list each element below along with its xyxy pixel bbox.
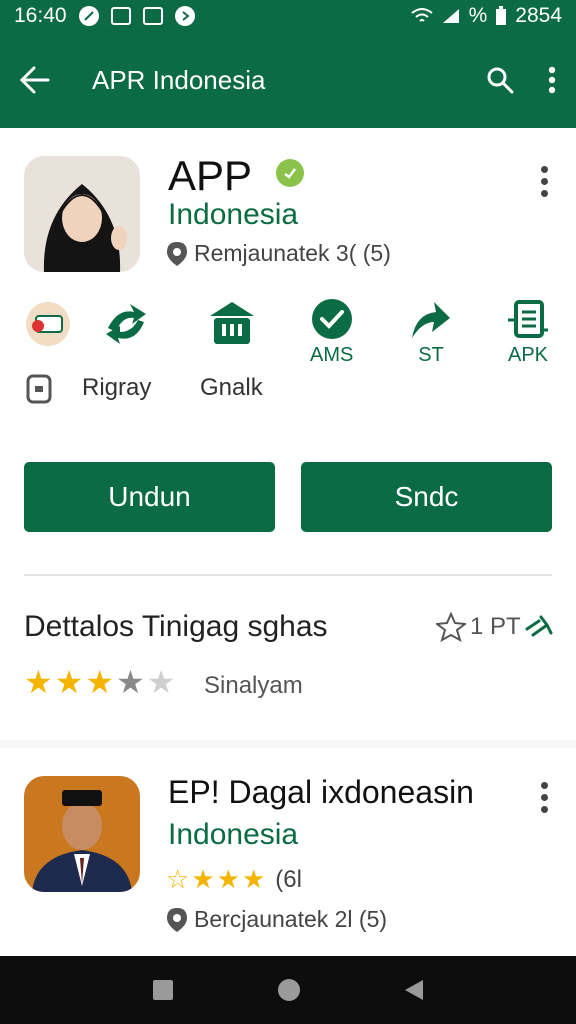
tile-transfer[interactable] — [104, 302, 148, 346]
promo-badge-icon — [26, 302, 70, 346]
app-bar-title: APR Indonesia — [92, 64, 266, 95]
location-pin-icon — [167, 907, 187, 932]
battery-icon — [496, 6, 507, 25]
primary-button[interactable]: Undun — [24, 462, 275, 532]
wifi-icon — [410, 8, 433, 22]
back-arrow-icon[interactable] — [20, 66, 50, 94]
document-stack-icon — [508, 300, 548, 338]
app-notification-icon — [142, 7, 163, 25]
star-filled-icon: ★ — [191, 864, 215, 894]
app2-publisher[interactable]: Indonesia — [168, 818, 298, 852]
star-half-icon: ★ — [116, 664, 145, 700]
app-name: APP — [168, 152, 253, 199]
status-bar: 16:40 % 2854 — [0, 0, 576, 32]
verified-badge-icon — [276, 159, 304, 187]
transfer-arrows-icon — [106, 304, 146, 344]
app2-rating: ☆ ★ ★ ★ (6l — [166, 864, 302, 895]
rating-stars: ★ ★ ★ ★ ★ — [24, 666, 175, 698]
star-filled-icon: ★ — [241, 864, 266, 894]
app2-more-menu-icon[interactable] — [539, 782, 549, 813]
rigray-label[interactable]: Rigray — [82, 374, 151, 402]
star-outline-icon: ☆ — [166, 864, 190, 894]
app2-name: EP! Dagal ixdoneasin — [168, 774, 474, 810]
app-meta-text: Remjaunatek 3( (5) — [194, 240, 391, 266]
tile-apk-label: APK — [507, 344, 549, 366]
star-filled-icon: ★ — [24, 664, 53, 700]
location-pin-icon — [167, 241, 187, 266]
details-title[interactable]: Dettalos Tinigag sghas — [24, 610, 328, 644]
app-more-menu-icon[interactable] — [539, 166, 549, 197]
app-detail-card: APP Indonesia Remjaunatek 3( (5) AMS ST … — [0, 128, 576, 740]
system-nav-bar — [0, 956, 576, 1024]
tile-bank[interactable] — [208, 300, 256, 348]
tile-st-label: ST — [418, 344, 444, 366]
secondary-button[interactable]: Sndc — [301, 462, 552, 532]
back-triangle-icon[interactable] — [403, 978, 425, 1002]
app-list-item[interactable]: EP! Dagal ixdoneasin Indonesia ☆ ★ ★ ★ (… — [0, 748, 576, 956]
star-filled-icon: ★ — [216, 864, 240, 894]
more-vert-icon[interactable] — [548, 66, 556, 94]
star-empty-icon: ★ — [146, 664, 176, 700]
signal-icon — [442, 9, 459, 23]
bank-building-icon — [210, 302, 254, 344]
tile-ams[interactable]: AMS — [310, 298, 353, 367]
tile-st[interactable]: ST — [410, 300, 452, 367]
tile-apk[interactable]: APK — [506, 300, 550, 367]
app-icon[interactable] — [24, 156, 140, 272]
home-circle-icon[interactable] — [276, 977, 302, 1003]
search-icon[interactable] — [486, 66, 514, 94]
tile-promo[interactable] — [24, 300, 72, 348]
image-notification-icon — [110, 7, 131, 25]
gnalk-label[interactable]: Gnalk — [200, 374, 263, 402]
star-outline-icon — [436, 612, 466, 642]
star-filled-icon: ★ — [85, 664, 115, 700]
battery-percent: % — [468, 4, 488, 27]
app2-icon[interactable] — [24, 776, 140, 892]
app2-rating-text: (6l — [275, 865, 302, 893]
star-filled-icon: ★ — [54, 664, 84, 700]
divider — [24, 574, 552, 576]
device-icon — [26, 374, 52, 404]
recents-square-icon[interactable] — [151, 978, 175, 1002]
points-label: 1 PT — [470, 613, 521, 640]
app2-meta-text: Bercjaunatek 2l (5) — [194, 906, 388, 932]
points-indicator[interactable]: 1 PT — [436, 612, 553, 642]
app-publisher[interactable]: Indonesia — [168, 198, 298, 232]
share-arrow-icon — [412, 302, 450, 338]
status-time: 16:40 — [14, 4, 67, 27]
play-notification-icon — [174, 6, 195, 26]
app-meta: Remjaunatek 3( (5) — [166, 240, 391, 267]
arrow-forward-icon — [525, 615, 553, 637]
app-bar: APR Indonesia — [0, 32, 576, 128]
tile-ams-label: AMS — [310, 344, 354, 366]
notification-icon — [78, 6, 99, 26]
app2-meta: Bercjaunatek 2l (5) — [166, 906, 387, 933]
shield-check-icon — [311, 299, 352, 339]
status-value: 2854 — [515, 4, 562, 27]
rating-label: Sinalyam — [204, 672, 303, 699]
